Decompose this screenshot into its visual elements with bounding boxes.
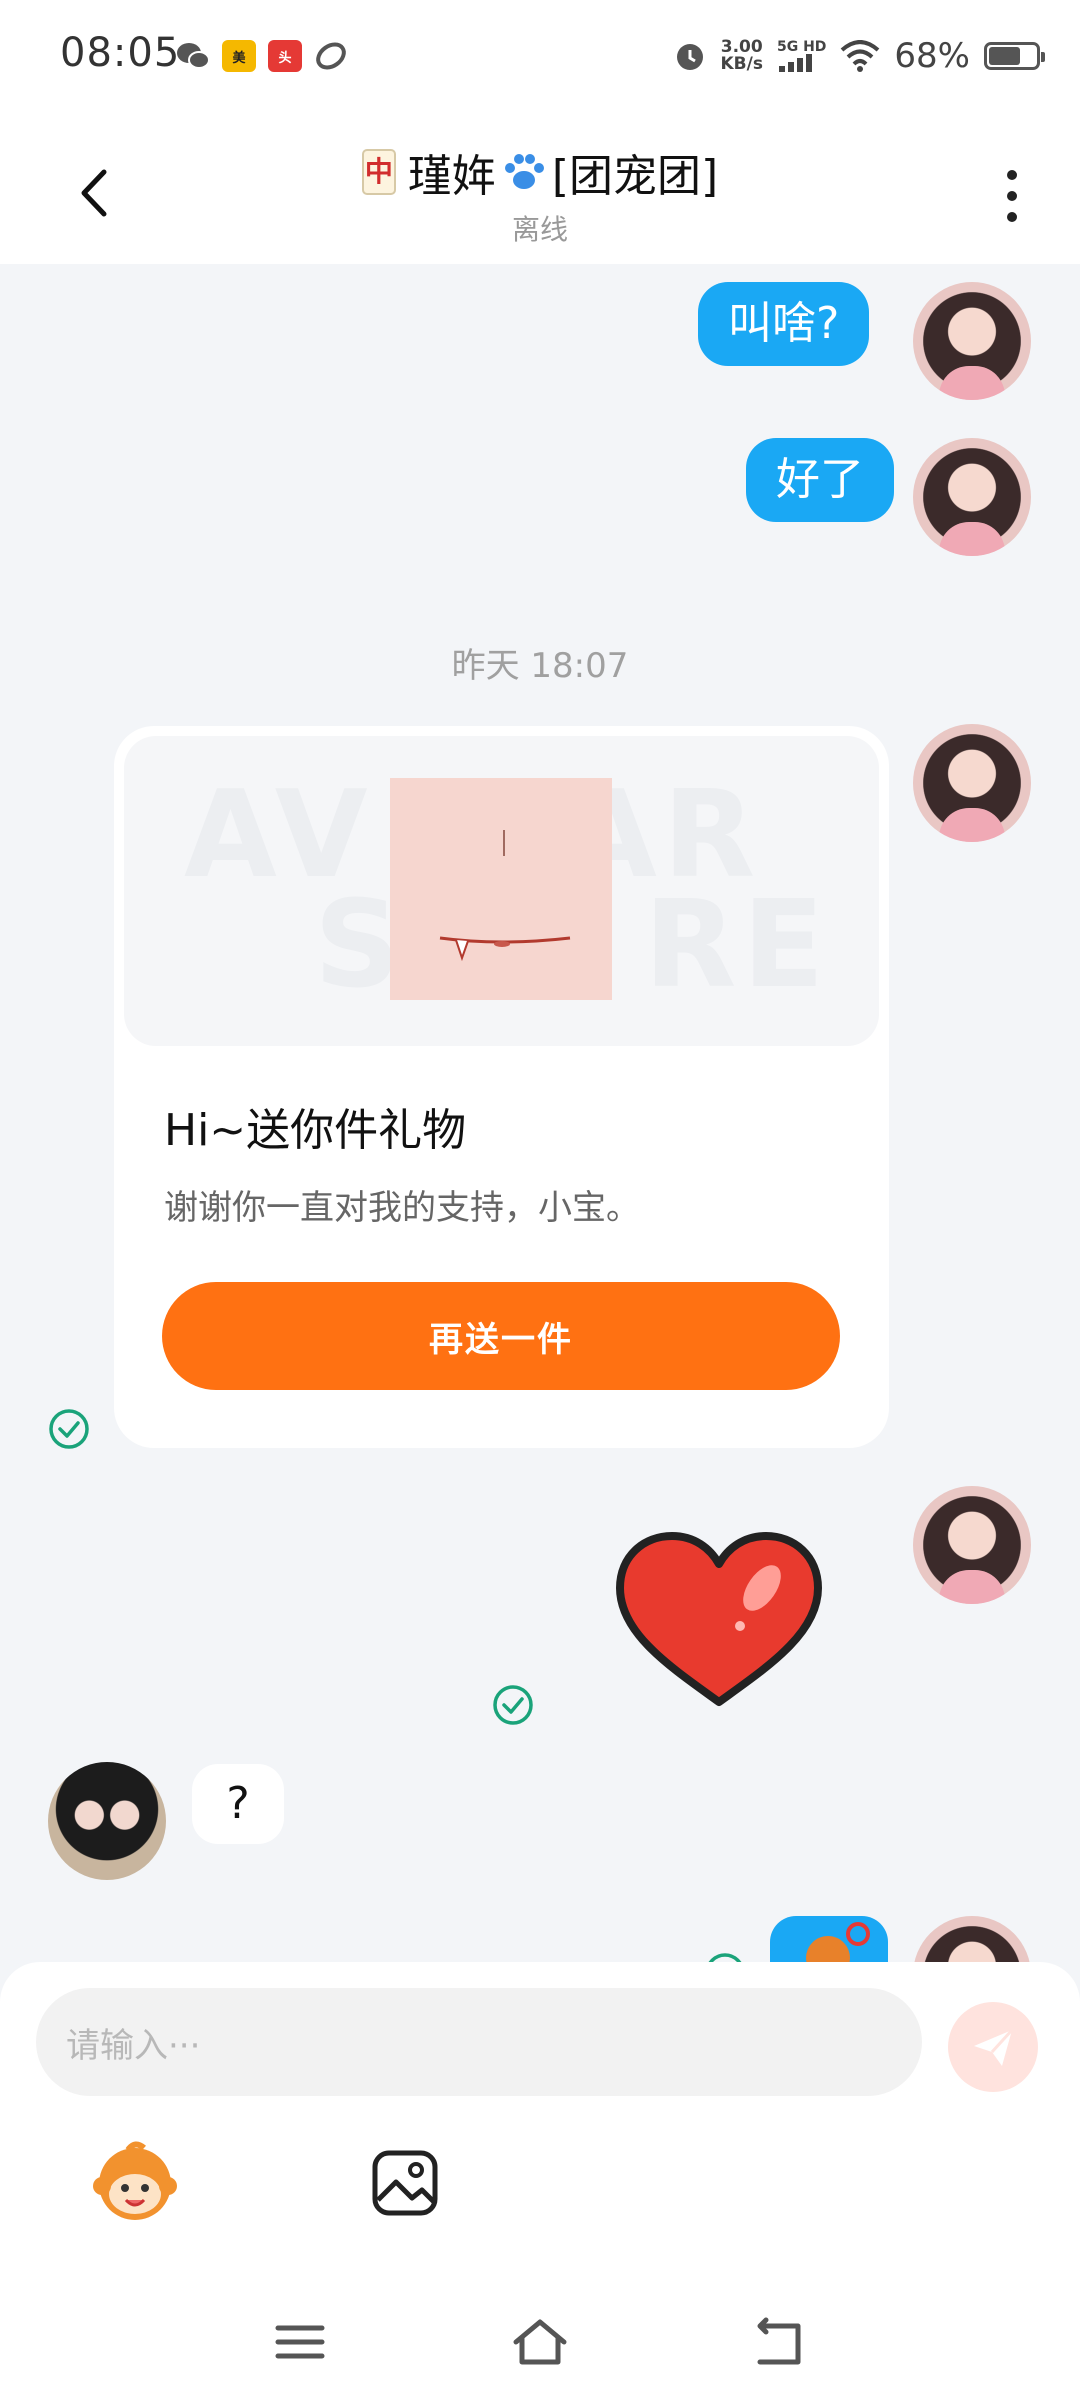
home-icon[interactable]: [510, 2312, 570, 2372]
contact-name: 瑾姩: [407, 151, 496, 202]
menu-icon[interactable]: [270, 2312, 330, 2372]
chat-header: 中 瑾姩 [团宠团] 离线: [0, 118, 1080, 264]
image-picker-icon[interactable]: [370, 2148, 440, 2218]
status-indicators: 3.00 KB/s 5G HD 68%: [673, 36, 1045, 76]
heart-sticker[interactable]: [612, 1530, 826, 1710]
wifi-icon: [841, 40, 880, 72]
face-illustration: [439, 830, 571, 962]
emoji-sticker-icon[interactable]: [92, 2138, 178, 2224]
chat-title-area: 中 瑾姩 [团宠团] 离线: [0, 140, 1080, 248]
sticker-message[interactable]: [770, 1916, 888, 1966]
message-timestamp: 昨天 18:07: [451, 646, 629, 686]
read-check-icon: [49, 1409, 89, 1449]
clock: 08:05: [60, 30, 181, 76]
gift-description: 谢谢你一直对我的支持，小宝。: [164, 1188, 640, 1228]
battery-icon: [984, 42, 1045, 70]
network-speed: 3.00 KB/s: [720, 37, 763, 74]
notification-icons: 美 头: [176, 40, 348, 72]
online-status: 离线: [511, 213, 568, 246]
watermark-graphic: RE: [644, 876, 831, 1015]
send-button[interactable]: [948, 2002, 1038, 2092]
my-avatar[interactable]: [913, 724, 1031, 842]
wechat-icon: [177, 43, 210, 69]
meituan-icon: 美: [222, 40, 256, 72]
message-bubble[interactable]: 好了: [746, 438, 894, 522]
link-icon: [316, 42, 346, 70]
monkey-sticker: [806, 1922, 870, 1966]
send-icon: [974, 2028, 1014, 2066]
signal-bars-icon: [778, 54, 812, 72]
chat-title: 中 瑾姩 [团宠团]: [361, 140, 719, 204]
gift-photo: [390, 778, 612, 1000]
contact-avatar[interactable]: [48, 1762, 166, 1880]
alarm-icon: [676, 44, 703, 70]
more-options-icon[interactable]: [992, 166, 1032, 226]
back-nav-icon[interactable]: [750, 2312, 810, 2372]
message-input[interactable]: 请输入···: [36, 1988, 922, 2096]
system-nav-bar: [0, 2290, 1080, 2400]
mahjong-tile-icon: 中: [361, 149, 396, 195]
gift-title: Hi~送你件礼物: [164, 1105, 467, 1156]
gift-card[interactable]: AV AR S RE Hi~送你件礼物 谢谢你一直对我的支持，小宝。 再送一件: [114, 726, 889, 1448]
my-avatar[interactable]: [913, 438, 1031, 556]
send-another-gift-button[interactable]: 再送一件: [162, 1282, 840, 1390]
message-bubble[interactable]: ?: [192, 1764, 284, 1844]
paw-icon: [504, 154, 544, 189]
cellular-signal: 5G HD: [777, 40, 826, 72]
status-bar: 08:05 美 头 3.00 KB/s 5G HD 68%: [0, 0, 1080, 118]
my-avatar[interactable]: [913, 1486, 1031, 1604]
toutiao-icon: 头: [268, 40, 302, 72]
gift-image: AV AR S RE: [124, 736, 879, 1046]
read-check-icon: [493, 1685, 533, 1725]
message-bubble[interactable]: 叫啥?: [698, 282, 870, 366]
contact-tag: [团宠团]: [551, 151, 719, 202]
battery-level: [989, 47, 1020, 65]
my-avatar[interactable]: [913, 282, 1031, 400]
battery-percent: 68%: [894, 36, 970, 76]
